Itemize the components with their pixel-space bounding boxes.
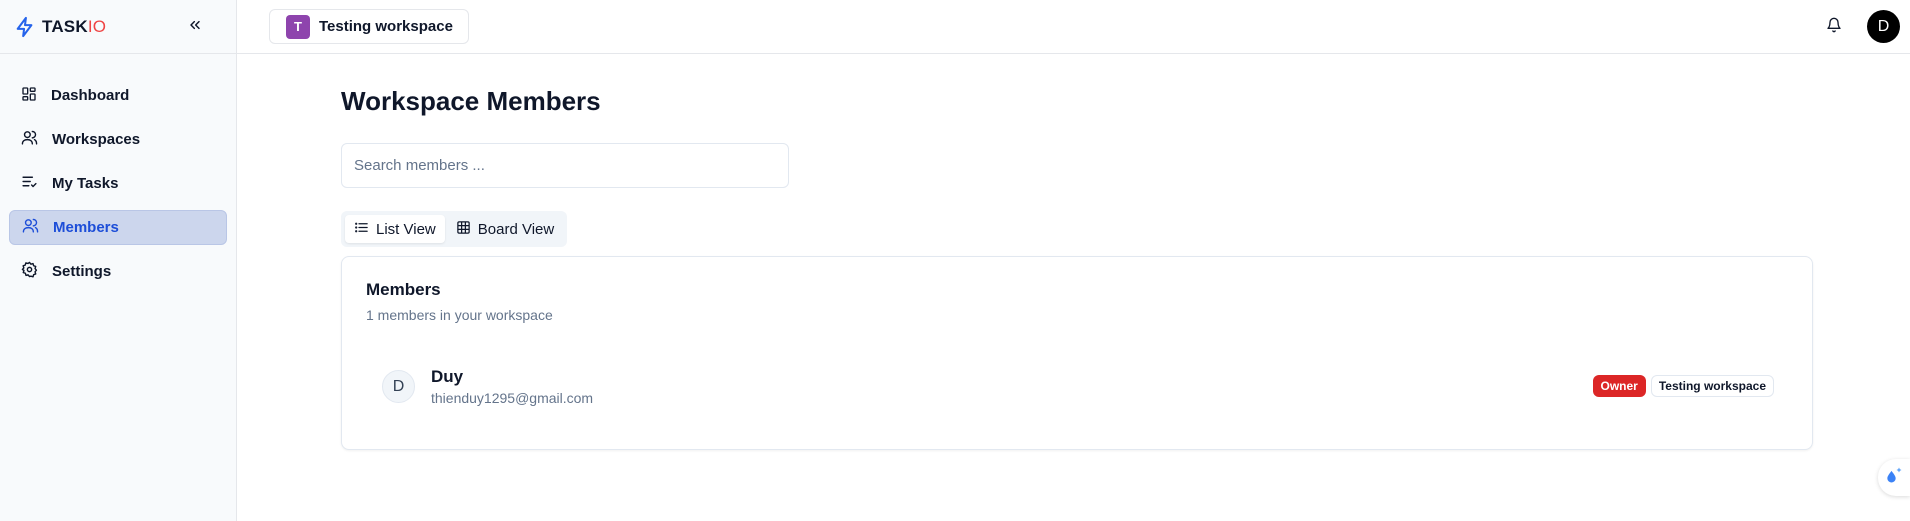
logo[interactable]: TASKIO: [14, 16, 106, 38]
workspace-tag: Testing workspace: [1650, 375, 1774, 397]
chevrons-left-icon: [187, 17, 203, 38]
members-card: Members 1 members in your workspace D Du…: [341, 256, 1813, 450]
search-input[interactable]: [341, 143, 789, 188]
sidebar-nav: Dashboard Workspaces My Tasks Members Se…: [0, 54, 236, 289]
member-badges: Owner Testing workspace: [1592, 375, 1774, 397]
list-icon: [354, 220, 369, 239]
sidebar: TASKIO Dashboard Workspaces My Tasks Mem…: [0, 0, 237, 521]
user-avatar[interactable]: D: [1867, 10, 1900, 43]
workspace-badge: T: [286, 14, 310, 39]
sidebar-item-dashboard[interactable]: Dashboard: [9, 78, 227, 113]
collapse-sidebar-button[interactable]: [183, 15, 207, 39]
bell-icon: [1826, 17, 1842, 38]
list-item[interactable]: D Duy thienduy1295@gmail.com Owner Testi…: [382, 367, 1774, 407]
workspace-name: Testing workspace: [319, 18, 453, 35]
grid-icon: [456, 220, 471, 239]
notifications-button[interactable]: [1823, 16, 1845, 38]
tab-list-view[interactable]: List View: [345, 215, 445, 243]
topbar: T Testing workspace D: [237, 0, 1910, 54]
sidebar-item-members[interactable]: Members: [9, 210, 227, 245]
card-subtitle: 1 members in your workspace: [366, 307, 553, 323]
list-check-icon: [21, 173, 38, 194]
sidebar-item-label: Dashboard: [51, 87, 130, 104]
view-tabs: List View Board View: [341, 211, 568, 247]
tab-label: Board View: [477, 220, 555, 238]
card-title: Members: [366, 280, 441, 299]
users-icon: [21, 129, 38, 150]
sidebar-item-label: Members: [53, 219, 119, 236]
member-name: Duy: [431, 367, 464, 386]
sidebar-item-label: My Tasks: [52, 175, 119, 192]
page-title: Workspace Members: [341, 86, 601, 116]
sidebar-item-settings[interactable]: Settings: [9, 254, 227, 289]
dashboard-icon: [21, 86, 37, 106]
sidebar-item-label: Settings: [52, 263, 112, 280]
member-email: thienduy1295@gmail.com: [431, 390, 594, 406]
sidebar-item-label: Workspaces: [52, 131, 141, 148]
workspace-switcher[interactable]: T Testing workspace: [269, 9, 469, 44]
tab-board-view[interactable]: Board View: [447, 215, 563, 243]
sidebar-item-workspaces[interactable]: Workspaces: [9, 122, 227, 157]
sparkle-drop-icon: [1884, 465, 1904, 490]
brand-name: TASKIO: [42, 16, 107, 36]
assistant-button[interactable]: [1878, 459, 1910, 496]
sidebar-header: TASKIO: [0, 0, 236, 54]
lightning-icon: [14, 16, 36, 38]
gear-icon: [21, 261, 38, 282]
role-badge: Owner: [1592, 375, 1646, 397]
users-icon: [22, 217, 39, 238]
sidebar-item-my-tasks[interactable]: My Tasks: [9, 166, 227, 201]
tab-label: List View: [376, 220, 436, 238]
avatar: D: [382, 370, 415, 403]
